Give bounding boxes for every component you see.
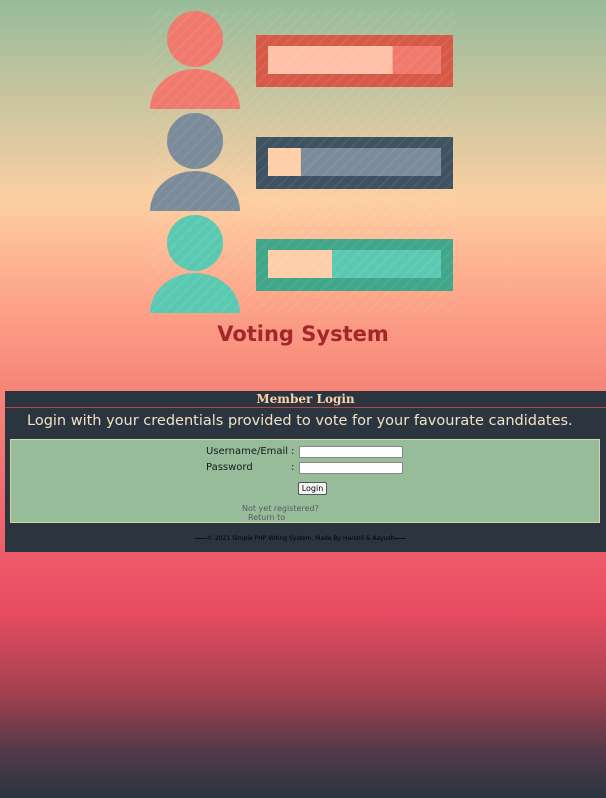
page-title: Voting System — [217, 322, 389, 346]
username-label: Username/Email — [206, 446, 289, 457]
password-label: Password — [206, 462, 253, 473]
login-form: Username/Email : Password : Login Not ye… — [10, 439, 600, 523]
footer-divider-left — [195, 538, 207, 539]
return-link[interactable]: Return to — [248, 513, 285, 522]
password-input[interactable] — [299, 462, 403, 474]
password-colon: : — [291, 462, 295, 473]
login-button[interactable]: Login — [298, 482, 327, 495]
login-heading: Member Login — [5, 391, 606, 408]
footer-divider-right — [394, 538, 407, 539]
login-panel: Member Login Login with your credentials… — [5, 391, 606, 552]
footer-copyright: © 2021 Simple PHP Voting System. Made By… — [207, 535, 395, 542]
username-input[interactable] — [299, 446, 403, 458]
register-link[interactable]: Not yet registered? — [242, 504, 319, 513]
username-colon: : — [291, 446, 295, 457]
footer: © 2021 Simple PHP Voting System. Made By… — [195, 535, 407, 542]
login-intro-text: Login with your credentials provided to … — [27, 413, 573, 429]
